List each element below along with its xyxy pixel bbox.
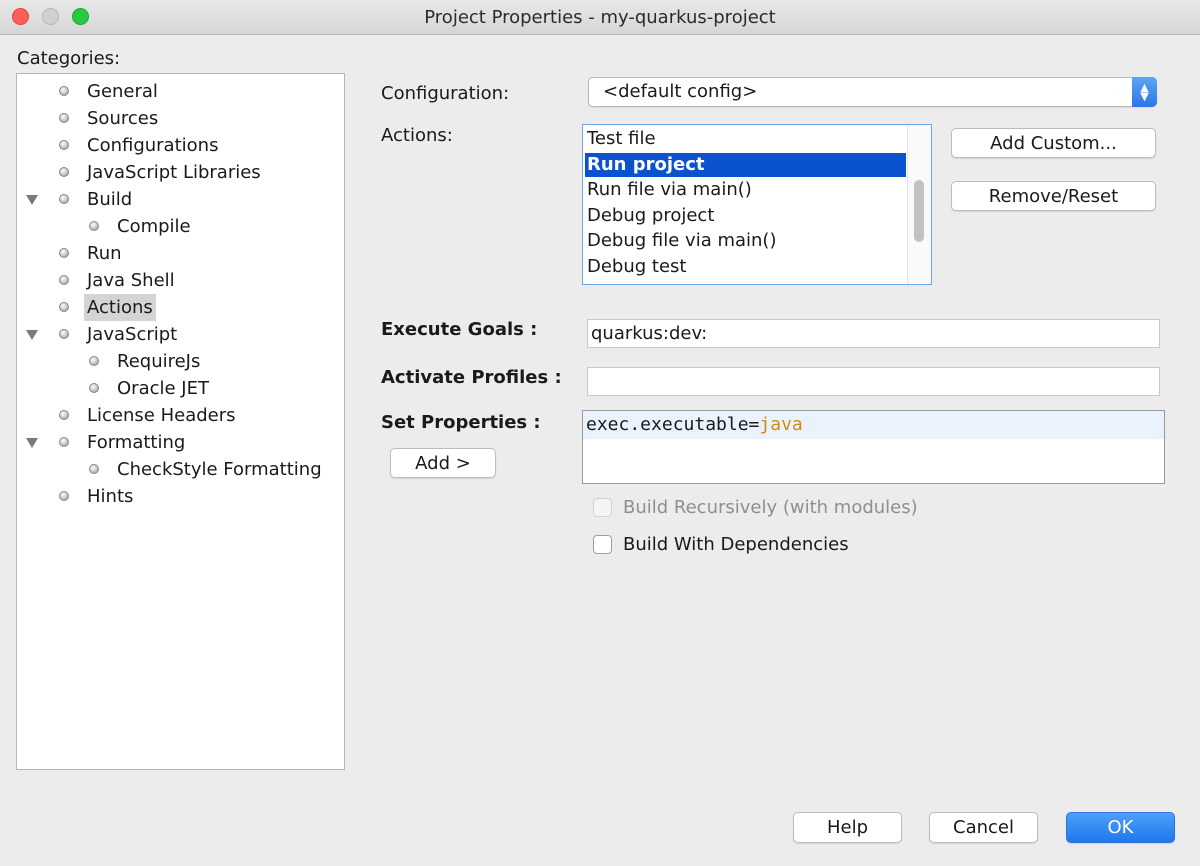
build-recursively-checkbox[interactable] bbox=[593, 498, 612, 517]
tree-item-label: Compile bbox=[117, 216, 191, 237]
action-item[interactable]: Run file via main() bbox=[585, 178, 906, 202]
bullet-icon bbox=[89, 356, 99, 366]
tree-item-label: Build bbox=[87, 189, 133, 210]
configuration-value: <default config> bbox=[603, 81, 758, 102]
ok-button[interactable]: OK bbox=[1066, 812, 1175, 843]
tree-item-label: Oracle JET bbox=[117, 378, 209, 399]
help-button[interactable]: Help bbox=[793, 812, 902, 843]
expand-triangle-icon[interactable] bbox=[26, 438, 38, 448]
action-item[interactable]: Debug file via main() bbox=[585, 229, 906, 253]
property-line: exec.executable=java bbox=[583, 411, 1164, 439]
bullet-icon bbox=[59, 248, 69, 258]
tree-item-label: Sources bbox=[87, 108, 159, 129]
action-item[interactable]: Test file bbox=[585, 127, 906, 151]
bullet-icon bbox=[59, 275, 69, 285]
execute-goals-value: quarkus:dev: bbox=[591, 323, 708, 344]
activate-profiles-label: Activate Profiles : bbox=[381, 367, 562, 388]
property-value: java bbox=[759, 414, 803, 435]
tree-item-label: Configurations bbox=[87, 135, 219, 156]
actions-label: Actions: bbox=[381, 125, 453, 146]
bullet-icon bbox=[89, 383, 99, 393]
up-down-chevron-icon[interactable]: ▲ ▼ bbox=[1132, 77, 1157, 107]
tree-item-label: JavaScript Libraries bbox=[87, 162, 261, 183]
action-item-selected[interactable]: Run project bbox=[585, 153, 906, 177]
expand-triangle-icon[interactable] bbox=[26, 330, 38, 340]
bullet-icon bbox=[59, 302, 69, 312]
build-recursively-label: Build Recursively (with modules) bbox=[623, 497, 918, 518]
bullet-icon bbox=[59, 113, 69, 123]
execute-goals-field[interactable]: quarkus:dev: bbox=[587, 319, 1160, 348]
bullet-icon bbox=[89, 221, 99, 231]
tree-item-label: Run bbox=[87, 243, 122, 264]
action-item[interactable]: Debug test bbox=[585, 255, 906, 279]
property-key: exec.executable= bbox=[586, 414, 760, 435]
tree-item-label: CheckStyle Formatting bbox=[117, 459, 322, 480]
tree-item-label: Java Shell bbox=[87, 270, 175, 291]
activate-profiles-field[interactable] bbox=[587, 367, 1160, 396]
build-with-dependencies-checkbox[interactable] bbox=[593, 535, 612, 554]
tree-item-label: License Headers bbox=[87, 405, 236, 426]
cancel-button[interactable]: Cancel bbox=[929, 812, 1038, 843]
actions-scrollbar[interactable] bbox=[907, 125, 931, 284]
add-custom-button[interactable]: Add Custom... bbox=[951, 128, 1156, 158]
bullet-icon bbox=[59, 167, 69, 177]
execute-goals-label: Execute Goals : bbox=[381, 319, 538, 340]
set-properties-label: Set Properties : bbox=[381, 412, 541, 433]
title-bar: Project Properties - my-quarkus-project bbox=[0, 0, 1200, 35]
categories-tree: General Sources Configurations JavaScrip… bbox=[16, 73, 345, 770]
configuration-select[interactable]: <default config> ▲ ▼ bbox=[588, 77, 1157, 107]
add-property-button[interactable]: Add > bbox=[390, 448, 496, 478]
action-item[interactable]: Debug project bbox=[585, 204, 906, 228]
tree-item-label: General bbox=[87, 81, 158, 102]
tree-item-label: Hints bbox=[87, 486, 134, 507]
bullet-icon bbox=[59, 140, 69, 150]
bullet-icon bbox=[59, 194, 69, 204]
bullet-icon bbox=[59, 86, 69, 96]
bullet-icon bbox=[59, 437, 69, 447]
tree-item-label: JavaScript bbox=[87, 324, 178, 345]
remove-reset-button[interactable]: Remove/Reset bbox=[951, 181, 1156, 211]
bullet-icon bbox=[59, 410, 69, 420]
tree-item-label: Actions bbox=[84, 294, 156, 321]
actions-list[interactable]: Test file Run project Run file via main(… bbox=[582, 124, 932, 285]
tree-item-label: Formatting bbox=[87, 432, 186, 453]
bullet-icon bbox=[59, 329, 69, 339]
categories-label: Categories: bbox=[17, 48, 121, 69]
bullet-icon bbox=[59, 491, 69, 501]
configuration-label: Configuration: bbox=[381, 83, 510, 104]
bullet-icon bbox=[89, 464, 99, 474]
expand-triangle-icon[interactable] bbox=[26, 195, 38, 205]
build-with-dependencies-label: Build With Dependencies bbox=[623, 534, 849, 555]
scrollbar-thumb[interactable] bbox=[914, 180, 924, 242]
window-title: Project Properties - my-quarkus-project bbox=[424, 7, 776, 28]
tree-item-label: RequireJs bbox=[117, 351, 201, 372]
set-properties-textarea[interactable]: exec.executable=java bbox=[582, 410, 1165, 484]
